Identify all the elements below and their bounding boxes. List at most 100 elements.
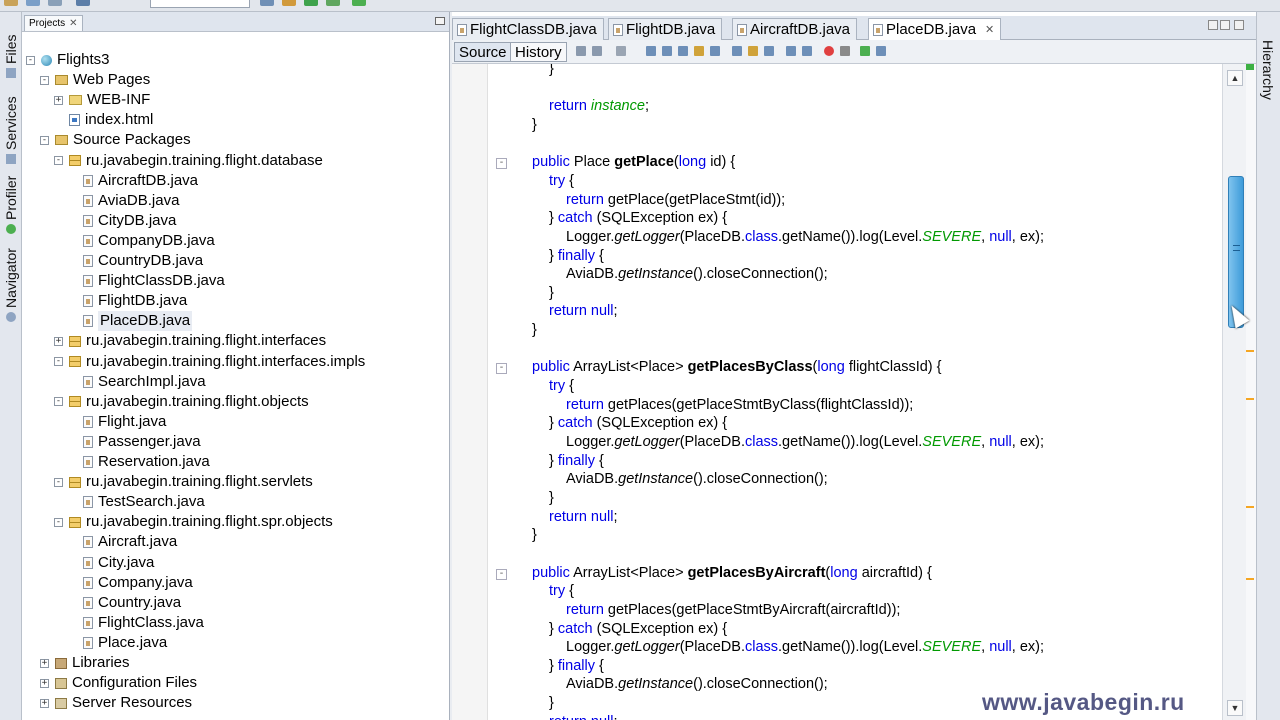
profile-icon[interactable]	[352, 0, 366, 6]
run-icon[interactable]	[304, 0, 318, 6]
toggle-rectangular-icon[interactable]	[710, 46, 720, 56]
collapse-icon[interactable]: -	[40, 75, 49, 85]
tree-item[interactable]: - Source Packages	[40, 130, 191, 150]
warning-marker[interactable]	[1246, 398, 1254, 400]
scroll-down-icon[interactable]: ▼	[1227, 700, 1243, 716]
collapse-icon[interactable]: -	[40, 135, 49, 145]
expand-icon[interactable]: +	[54, 95, 63, 105]
tree-item[interactable]: Flight.java	[68, 412, 166, 432]
source-button[interactable]: Source	[454, 42, 512, 62]
collapse-icon[interactable]: -	[54, 517, 63, 527]
tree-item[interactable]: Aircraft.java	[68, 532, 177, 552]
find-icon[interactable]	[646, 46, 656, 56]
next-bookmark-icon[interactable]	[748, 46, 758, 56]
tree-item[interactable]: - ru.javabegin.training.flight.objects	[54, 392, 309, 412]
tree-item[interactable]: - Flights3	[26, 50, 110, 70]
tab-services[interactable]: Services	[1, 82, 21, 164]
last-edit-icon[interactable]	[576, 46, 586, 56]
tree-item[interactable]: AviaDB.java	[68, 191, 179, 211]
collapse-icon[interactable]: -	[54, 156, 63, 165]
expand-icon[interactable]: +	[54, 336, 63, 346]
uncomment-icon[interactable]	[876, 46, 886, 56]
tree-item[interactable]: TestSearch.java	[68, 492, 205, 512]
tree-item[interactable]: + Server Resources	[40, 693, 192, 713]
tree-item[interactable]: AircraftDB.java	[68, 171, 198, 191]
tree-item[interactable]: + ru.javabegin.training.flight.interfaces	[54, 331, 326, 351]
build-icon[interactable]	[260, 0, 274, 6]
tab-hierarchy[interactable]: Hierarchy	[1260, 40, 1276, 100]
shift-left-icon[interactable]	[786, 46, 796, 56]
tab-scroll-left-icon[interactable]	[1208, 20, 1218, 30]
tree-item[interactable]: FlightClass.java	[68, 613, 204, 633]
code-area[interactable]: 21}2223return instance;24}2526-public Pl…	[488, 64, 1222, 720]
toggle-bookmark-icon[interactable]	[764, 46, 774, 56]
collapse-icon[interactable]: -	[26, 55, 35, 65]
tab-flightdb[interactable]: FlightDB.java	[608, 18, 723, 40]
close-tab-icon[interactable]: ✕	[985, 19, 994, 41]
fold-icon[interactable]: -	[496, 568, 507, 580]
fold-icon[interactable]: -	[496, 158, 507, 170]
stop-macro-icon[interactable]	[840, 46, 850, 56]
configuration-select[interactable]	[150, 0, 250, 8]
tree-item[interactable]: City.java	[68, 553, 154, 573]
collapse-icon[interactable]: -	[54, 357, 63, 366]
close-icon[interactable]: ✕	[69, 18, 77, 29]
comment-icon[interactable]	[860, 46, 870, 56]
tree-item[interactable]: - ru.javabegin.training.flight.servlets	[54, 472, 313, 492]
tab-profiler[interactable]: Profiler	[1, 164, 21, 234]
tab-navigator[interactable]: Navigator	[1, 234, 21, 322]
tree-item[interactable]: Passenger.java	[68, 432, 201, 452]
tree-item[interactable]: Company.java	[68, 573, 193, 593]
expand-icon[interactable]: +	[40, 678, 49, 688]
tree-item[interactable]: Place.java	[68, 633, 167, 653]
expand-icon[interactable]: +	[40, 698, 49, 708]
tree-item[interactable]: - Web Pages	[40, 70, 150, 90]
tree-item[interactable]: FlightClassDB.java	[68, 271, 225, 291]
new-project-icon[interactable]	[26, 0, 40, 6]
tree-item[interactable]: CompanyDB.java	[68, 231, 215, 251]
tree-item[interactable]: FlightDB.java	[68, 291, 187, 311]
minimize-panel-icon[interactable]	[435, 17, 445, 25]
collapse-icon[interactable]: -	[54, 477, 63, 487]
tab-aircraftdb[interactable]: AircraftDB.java	[732, 18, 858, 40]
maximize-editor-icon[interactable]	[1234, 20, 1244, 30]
collapse-icon[interactable]: -	[54, 397, 63, 407]
history-button[interactable]: History	[510, 42, 567, 62]
open-project-icon[interactable]	[48, 0, 62, 6]
new-file-icon[interactable]	[4, 0, 18, 6]
tree-item[interactable]: index.html	[54, 110, 153, 130]
warning-marker[interactable]	[1246, 350, 1254, 352]
tree-item[interactable]: Reservation.java	[68, 452, 210, 472]
tab-placedb[interactable]: PlaceDB.java ✕	[868, 18, 1002, 41]
tree-item[interactable]: PlaceDB.java	[68, 311, 193, 332]
tree-item[interactable]: - ru.javabegin.training.flight.spr.object…	[54, 512, 333, 532]
save-all-icon[interactable]	[76, 0, 90, 6]
expand-icon[interactable]: +	[40, 658, 49, 668]
tree-item[interactable]: + WEB-INF	[54, 90, 150, 110]
tree-item[interactable]: CityDB.java	[68, 211, 176, 231]
fold-icon[interactable]: -	[496, 363, 507, 375]
scroll-up-icon[interactable]: ▲	[1227, 70, 1243, 86]
toggle-highlight-icon[interactable]	[694, 46, 704, 56]
tree-item[interactable]: + Configuration Files	[40, 673, 197, 693]
back-icon[interactable]	[592, 46, 602, 56]
tab-files[interactable]: Files	[1, 16, 21, 78]
warning-marker[interactable]	[1246, 578, 1254, 580]
previous-bookmark-icon[interactable]	[732, 46, 742, 56]
find-previous-icon[interactable]	[662, 46, 672, 56]
tree-item[interactable]: CountryDB.java	[68, 251, 203, 271]
tab-projects[interactable]: Projects ✕	[24, 15, 83, 31]
shift-right-icon[interactable]	[802, 46, 812, 56]
tab-list-icon[interactable]	[1220, 20, 1230, 30]
tree-item[interactable]: SearchImpl.java	[68, 372, 206, 392]
debug-icon[interactable]	[326, 0, 340, 6]
tree-item[interactable]: Country.java	[68, 593, 181, 613]
tab-flightclassdb[interactable]: FlightClassDB.java	[452, 18, 604, 40]
warning-marker[interactable]	[1246, 506, 1254, 508]
tree-item[interactable]: + Libraries	[40, 653, 130, 673]
tree-item[interactable]: - ru.javabegin.training.flight.interfaces…	[54, 352, 365, 372]
editor-vertical-scrollbar[interactable]: ▲ ▼	[1222, 64, 1246, 720]
find-next-icon[interactable]	[678, 46, 688, 56]
forward-icon[interactable]	[616, 46, 626, 56]
clean-build-icon[interactable]	[282, 0, 296, 6]
